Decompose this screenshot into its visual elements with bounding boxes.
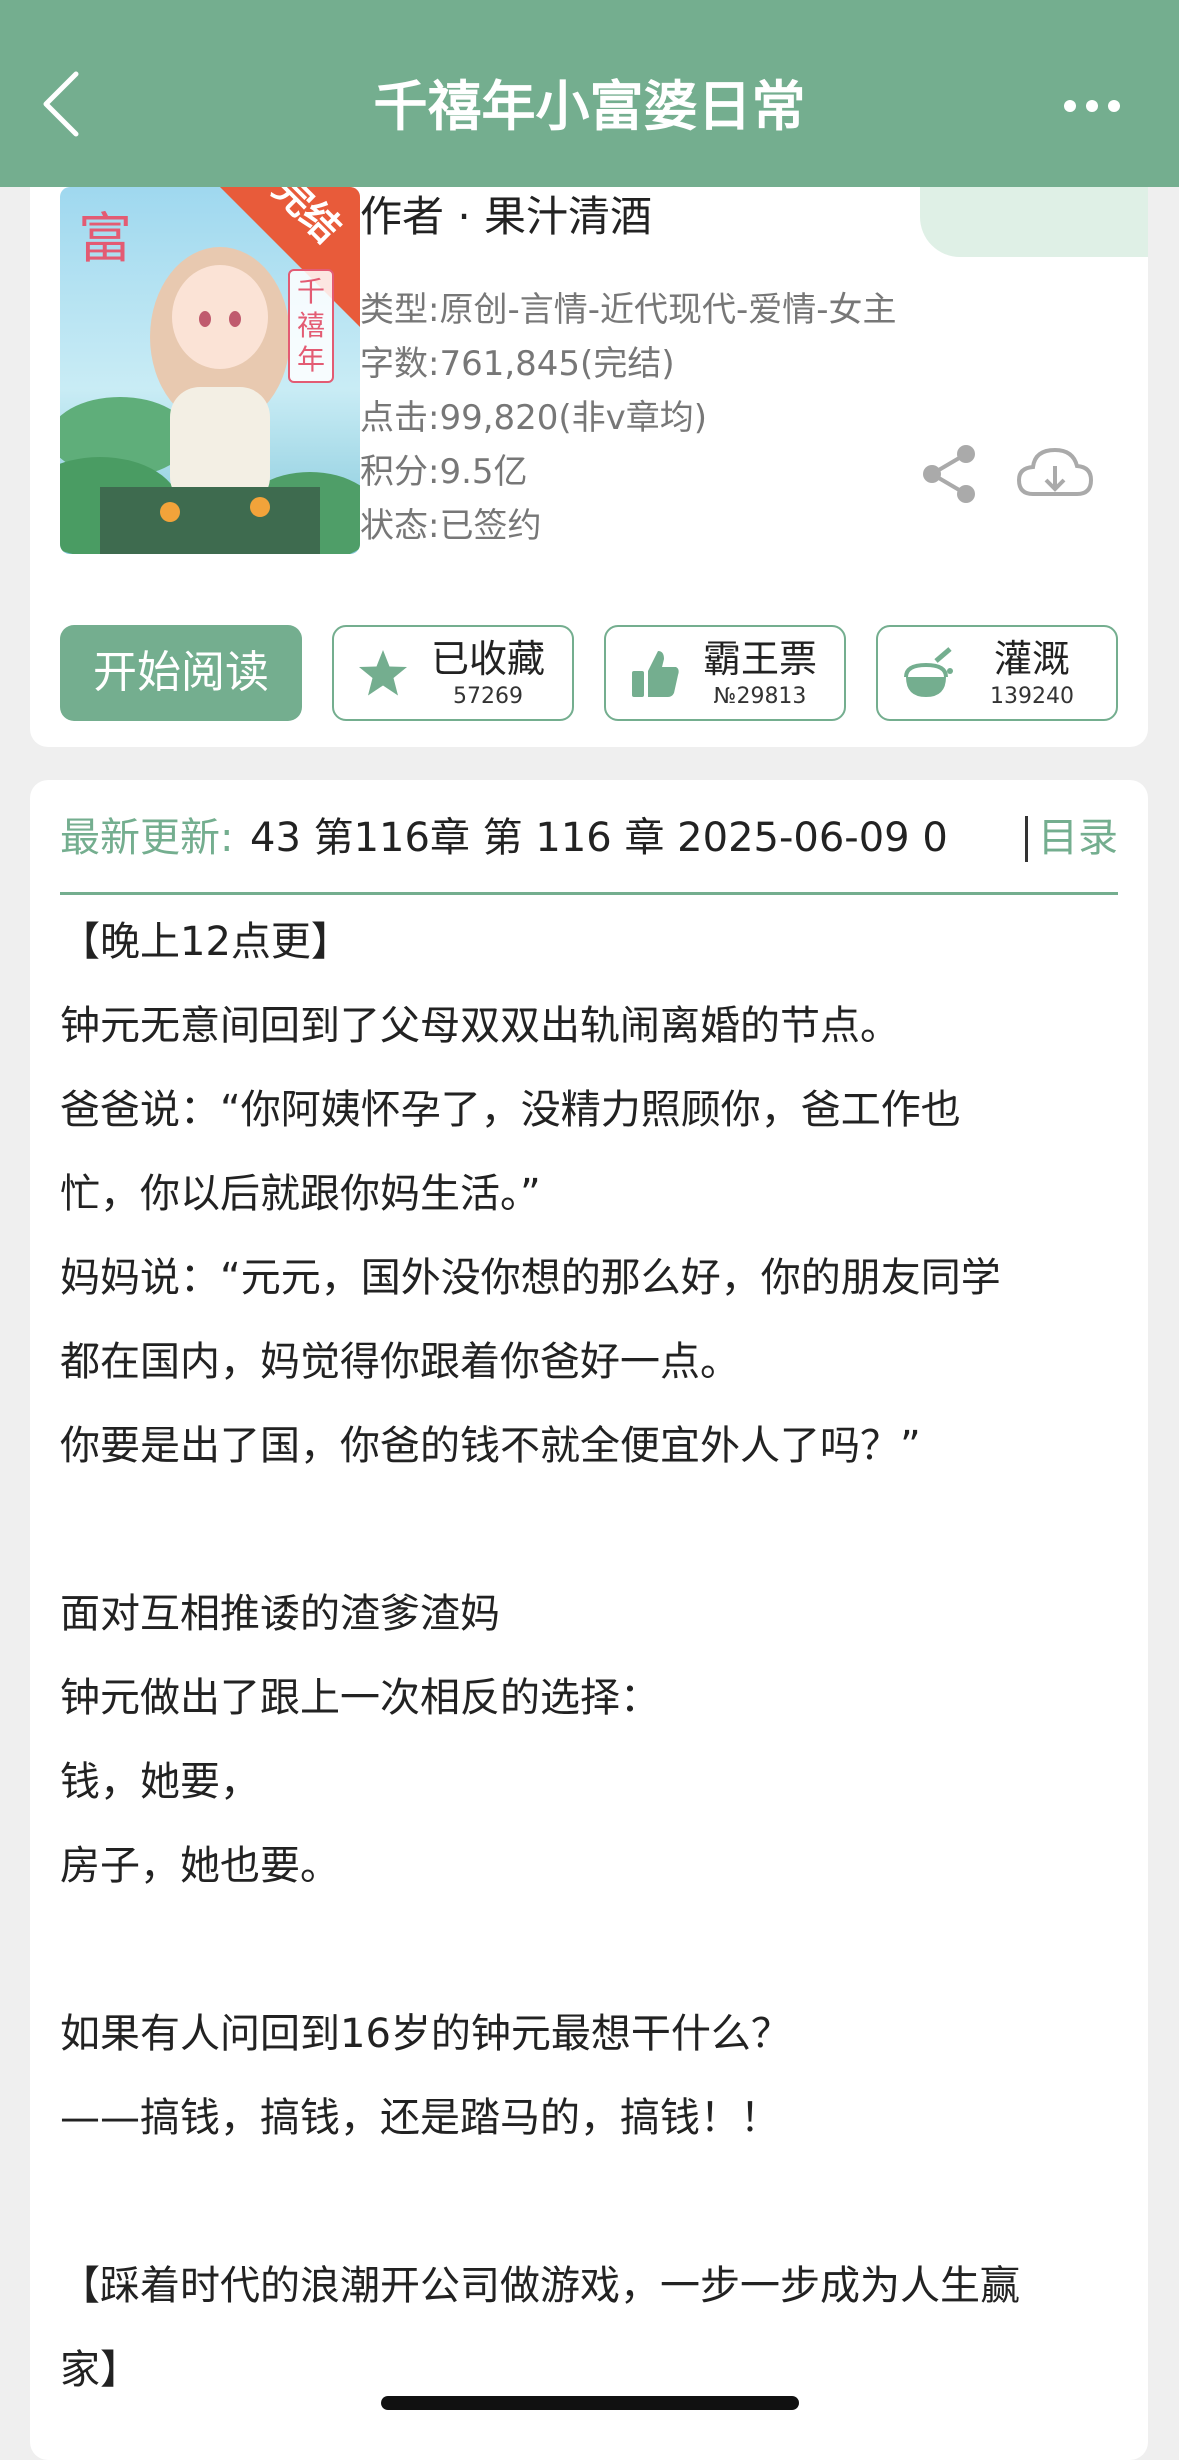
intro-blank-line	[60, 1488, 1124, 1572]
cover-vertical-title: 千禧年	[288, 269, 334, 383]
top-navbar: 千禧年小富婆日常	[0, 0, 1179, 187]
intro-line: 都在国内，妈觉得你跟着你爸好一点。	[60, 1339, 740, 1385]
latest-update-row[interactable]: 最新更新: 43 第116章 第 116 章 2025-06-09 0 目录	[60, 802, 1118, 874]
update-separator	[1025, 816, 1028, 862]
meta-status: 状态:已签约	[360, 506, 542, 546]
meta-genre: 类型:原创-言情-近代现代-爱情-女主	[360, 290, 897, 330]
intro-line: 你要是出了国，你爸的钱不就全便宜外人了吗？”	[60, 1423, 921, 1469]
intro-line: 妈妈说：“元元，国外没你想的那么好，你的朋友同学	[60, 1255, 1001, 1301]
page-title: 千禧年小富婆日常	[373, 75, 806, 138]
intro-blank-line	[60, 2160, 1124, 2244]
intro-line: 房子，她也要。	[60, 1843, 340, 1889]
intro-line: 【踩着时代的浪潮开公司做游戏，一步一步成为人生赢	[60, 2263, 1020, 2309]
more-dots-icon[interactable]	[1062, 94, 1122, 118]
intro-line: ——搞钱，搞钱，还是踏马的，搞钱！！	[60, 2095, 780, 2141]
intro-line: 钟元无意间回到了父母双双出轨闹离婚的节点。	[60, 1003, 900, 1049]
start-reading-button[interactable]: 开始阅读	[60, 625, 302, 721]
share-icon[interactable]	[918, 442, 982, 506]
svg-text:富: 富	[78, 207, 132, 270]
intro-line: 面对互相推诿的渣爹渣妈	[60, 1591, 500, 1637]
intro-line: 忙，你以后就跟你妈生活。”	[60, 1171, 541, 1217]
meta-score: 积分:9.5亿	[360, 452, 528, 492]
description-card: 最新更新: 43 第116章 第 116 章 2025-06-09 0 目录 【…	[30, 780, 1148, 2460]
section-divider	[60, 892, 1118, 895]
intro-line: 钟元做出了跟上一次相反的选择：	[60, 1675, 660, 1721]
irrigate-count: 139240	[990, 684, 1074, 709]
favorite-count: 57269	[453, 684, 523, 709]
watering-flask-icon	[904, 647, 953, 697]
ticket-label: 霸王票	[702, 637, 817, 681]
intro-line: 钱，她要，	[60, 1759, 260, 1805]
ticket-button[interactable]: 霸王票 №29813	[604, 625, 846, 721]
book-introduction: 【晚上12点更】 钟元无意间回到了父母双双出轨闹离婚的节点。 爸爸说：“你阿姨怀…	[60, 900, 1124, 2412]
favorite-label: 已收藏	[430, 637, 545, 681]
author-name[interactable]: 作者 · 果汁清酒	[360, 187, 652, 247]
home-indicator[interactable]	[381, 2396, 799, 2410]
irrigate-button[interactable]: 灌溉 139240	[876, 625, 1118, 721]
intro-line: 如果有人问回到16岁的钟元最想干什么？	[60, 2011, 791, 2057]
intro-blank-line	[60, 1908, 1124, 1992]
favorite-button[interactable]: 已收藏 57269	[332, 625, 574, 721]
ticket-count: №29813	[713, 684, 807, 709]
latest-update-label: 最新更新:	[60, 815, 234, 861]
book-cover[interactable]: 富 完结 千禧年	[60, 187, 360, 554]
cloud-download-icon[interactable]	[1015, 442, 1095, 506]
intro-line: 爸爸说：“你阿姨怀孕了，没精力照顾你，爸工作也	[60, 1087, 961, 1133]
top-right-pill	[920, 187, 1148, 257]
table-of-contents-link[interactable]: 目录	[1038, 802, 1118, 874]
meta-word-count: 字数:761,845(完结)	[360, 344, 675, 384]
meta-clicks: 点击:99,820(非v章均)	[360, 398, 708, 438]
irrigate-label: 灌溉	[993, 637, 1070, 681]
book-info-card: 富 完结 千禧年 作者 · 果汁清酒 类型:原创-言情-近代现代-爱情-女主 字…	[30, 187, 1148, 747]
star-icon	[359, 650, 407, 696]
thumbs-up-icon	[632, 651, 679, 697]
latest-update-text[interactable]: 43 第116章 第 116 章 2025-06-09 0	[250, 802, 990, 874]
intro-line: 【晚上12点更】	[60, 919, 351, 965]
chevron-left-icon[interactable]	[36, 68, 86, 140]
